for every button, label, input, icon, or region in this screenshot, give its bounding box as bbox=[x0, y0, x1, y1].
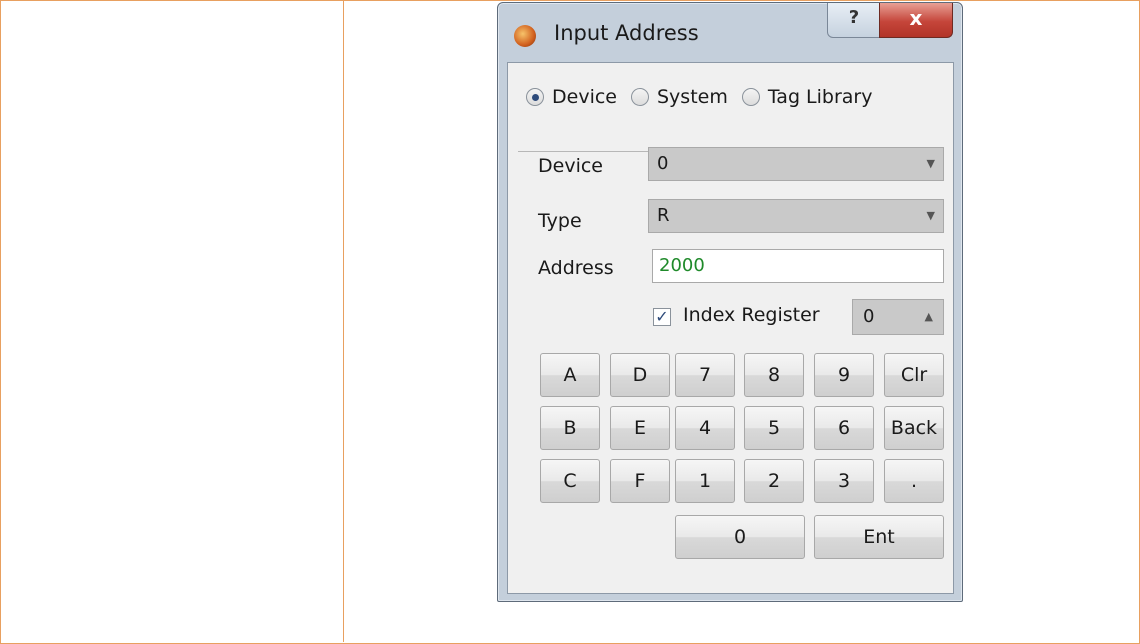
close-button[interactable]: x bbox=[879, 3, 953, 38]
radio-tag-library[interactable] bbox=[741, 88, 760, 106]
dialog-title: Input Address bbox=[554, 21, 699, 45]
address-label: Address bbox=[538, 257, 614, 279]
chevron-up-icon[interactable]: ▲ bbox=[925, 300, 933, 334]
key-b[interactable]: B bbox=[540, 406, 600, 450]
index-register-value: 0 bbox=[863, 306, 875, 327]
radio-device-label[interactable]: Device bbox=[552, 86, 617, 108]
address-input[interactable]: 2000 bbox=[652, 249, 944, 283]
chevron-down-icon[interactable]: ▼ bbox=[927, 148, 935, 180]
key-0[interactable]: 0 bbox=[675, 515, 805, 559]
key-8[interactable]: 8 bbox=[744, 353, 804, 397]
table-column-divider bbox=[343, 0, 344, 642]
dialog-body: Device System Tag Library Device 0 ▼ Typ… bbox=[507, 62, 954, 594]
key-f[interactable]: F bbox=[610, 459, 670, 503]
key-dot[interactable]: . bbox=[884, 459, 944, 503]
key-5[interactable]: 5 bbox=[744, 406, 804, 450]
key-3[interactable]: 3 bbox=[814, 459, 874, 503]
type-value: R bbox=[657, 205, 670, 226]
type-label: Type bbox=[538, 210, 582, 232]
key-6[interactable]: 6 bbox=[814, 406, 874, 450]
radio-selected-dot bbox=[531, 93, 539, 101]
device-select[interactable]: 0 ▼ bbox=[648, 147, 944, 181]
mode-radio-group: Device System Tag Library bbox=[526, 85, 886, 109]
key-a[interactable]: A bbox=[540, 353, 600, 397]
title-bar[interactable]: Input Address ? x bbox=[498, 3, 962, 61]
app-icon bbox=[514, 25, 536, 47]
key-2[interactable]: 2 bbox=[744, 459, 804, 503]
key-7[interactable]: 7 bbox=[675, 353, 735, 397]
index-register-spinner[interactable]: 0 ▲ bbox=[852, 299, 944, 335]
key-ent[interactable]: Ent bbox=[814, 515, 944, 559]
key-d[interactable]: D bbox=[610, 353, 670, 397]
radio-tag-library-label[interactable]: Tag Library bbox=[768, 86, 873, 108]
index-register-checkbox[interactable]: ✓ bbox=[653, 308, 671, 326]
input-address-dialog: Input Address ? x Device System Tag Libr… bbox=[497, 2, 963, 602]
key-1[interactable]: 1 bbox=[675, 459, 735, 503]
radio-system-label[interactable]: System bbox=[657, 86, 728, 108]
device-label: Device bbox=[538, 155, 603, 177]
radio-device[interactable] bbox=[526, 88, 544, 106]
index-register-label[interactable]: Index Register bbox=[683, 304, 820, 326]
key-back[interactable]: Back bbox=[884, 406, 944, 450]
chevron-down-icon[interactable]: ▼ bbox=[927, 200, 935, 232]
key-9[interactable]: 9 bbox=[814, 353, 874, 397]
type-select[interactable]: R ▼ bbox=[648, 199, 944, 233]
key-c[interactable]: C bbox=[540, 459, 600, 503]
key-e[interactable]: E bbox=[610, 406, 670, 450]
key-4[interactable]: 4 bbox=[675, 406, 735, 450]
help-button[interactable]: ? bbox=[827, 3, 881, 38]
device-value: 0 bbox=[657, 153, 669, 174]
key-clr[interactable]: Clr bbox=[884, 353, 944, 397]
radio-system[interactable] bbox=[630, 88, 649, 106]
